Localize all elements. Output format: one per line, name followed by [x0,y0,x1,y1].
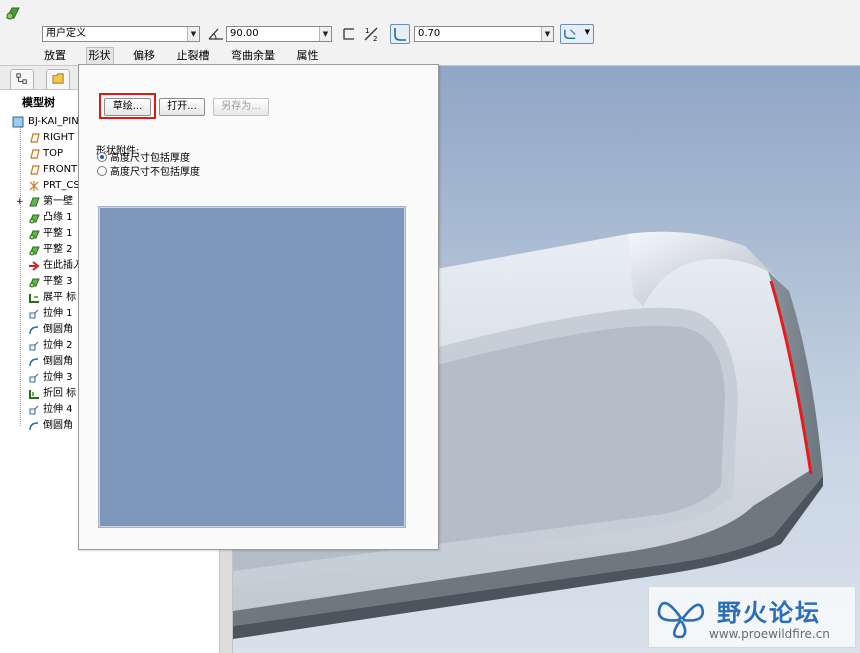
expand-plus-icon[interactable]: + [16,194,24,210]
folder-icon [51,73,64,84]
flat-wall-icon [29,246,40,256]
bend-radius-value: 0.70 [418,28,441,39]
profile-type-select[interactable]: 用户定义 ▼ [42,26,200,42]
part-icon [12,116,24,128]
watermark-title: 野火论坛 [717,599,821,627]
open-button[interactable]: 打开... [159,98,205,116]
svg-text:1: 1 [365,27,369,35]
tab-shape[interactable]: 形状 [85,47,114,64]
insert-here-arrow-icon [29,261,40,271]
bend-radius-input[interactable]: 0.70 ▼ [414,26,554,42]
dashboard-tabs: 放置 形状 偏移 止裂槽 弯曲余量 属性 [42,47,335,64]
model-tree-icon [16,73,27,84]
tree-item-label: 折回 标 [43,388,77,399]
tree-item-label: 在此插入 [43,260,83,271]
shape-panel: 草绘... 打开... 另存为... 形状附件: 高度尺寸包括厚度 高度尺寸不包… [78,64,439,550]
tab-placement[interactable]: 放置 [42,48,68,64]
datum-plane-icon [30,149,40,159]
watermark-url: www.proewildfire.cn [709,627,830,641]
datum-plane-icon [30,165,40,175]
thicken-side-icon[interactable] [340,25,358,43]
tab-relief[interactable]: 止裂槽 [175,48,212,64]
tree-item-label: TOP [43,148,64,159]
chevron-down-icon[interactable]: ▼ [585,28,590,36]
tree-item-label: FRONT [43,164,78,175]
tree-item-label: 倒圆角 [43,356,73,367]
first-wall-icon [29,197,40,207]
bend-angle-value: 90.00 [230,28,259,39]
tree-item-label: RIGHT [43,132,75,143]
option-include-thickness[interactable]: 高度尺寸包括厚度 [97,152,190,166]
tree-item-label: 第一壁 [43,196,73,207]
tree-item-label: 平整 3 [43,276,73,287]
tree-item-label: 拉伸 3 [43,372,73,383]
extrude-icon [29,309,39,319]
flat-wall-icon [29,278,40,288]
extrude-icon [29,341,39,351]
butterfly-logo-icon [657,601,705,639]
round-icon [29,358,39,367]
option-exclude-thickness[interactable]: 高度尺寸不包括厚度 [97,166,200,180]
bend-angle-input[interactable]: 90.00 ▼ [226,26,332,42]
option-label: 高度尺寸包括厚度 [110,153,190,164]
bend-radius-icon[interactable] [390,24,410,44]
extrude-icon [29,405,39,415]
tree-item-label: 拉伸 1 [43,308,73,319]
flat-wall-feature-icon [6,7,20,20]
option-label: 高度尺寸不包括厚度 [110,167,200,178]
datum-plane-icon [30,133,40,143]
tree-item-label: PRT_CS [43,180,80,191]
chevron-down-icon[interactable]: ▼ [187,27,199,41]
flat-wall-icon [29,230,40,240]
inside-radius-icon [564,29,576,39]
tree-item-label: BJ-KAI_PIN [28,116,79,127]
shape-preview-area [98,206,406,528]
coordinate-system-icon [29,181,39,191]
bend-angle-icon [208,28,223,40]
tree-item-label: 拉伸 4 [43,404,73,415]
chevron-down-icon[interactable]: ▼ [541,27,553,41]
save-as-button[interactable]: 另存为... [213,98,269,116]
extrude-icon [29,373,39,383]
tree-item-label: 平整 1 [43,228,73,239]
flip-direction-icon[interactable]: 1 2 [362,25,380,43]
forum-watermark: 野火论坛 www.proewildfire.cn [648,586,856,648]
unbend-icon [29,294,39,303]
round-icon [29,422,39,431]
tab-properties[interactable]: 属性 [295,48,321,64]
tree-item-label: 倒圆角 [43,420,73,431]
tree-item-label: 展平 标 [43,292,77,303]
tree-item-label: 平整 2 [43,244,73,255]
tree-item-label: 拉伸 2 [43,340,73,351]
radio-selected-icon[interactable] [97,152,107,162]
flange-icon [29,214,40,224]
chevron-down-icon[interactable]: ▼ [319,27,331,41]
radius-side-dropdown[interactable]: ▼ [560,24,594,44]
model-tree-title: 模型树 [22,96,55,109]
svg-text:2: 2 [373,35,377,43]
tree-item-label: 凸缘 1 [43,212,73,223]
tree-item-label: 倒圆角 [43,324,73,335]
profile-type-value: 用户定义 [46,28,86,39]
radio-unselected-icon[interactable] [97,166,107,176]
model-tree-tab[interactable] [10,69,34,89]
tab-bend-allowance[interactable]: 弯曲余量 [229,48,277,64]
round-icon [29,326,39,335]
folder-browser-tab[interactable] [46,69,70,89]
sketch-button-highlight-box [99,93,156,119]
bend-back-icon [29,390,39,399]
dashboard-toolbar: 用户定义 ▼ 90.00 ▼ 1 2 0.70 ▼ ▼ 放置 形状 偏移 止裂槽 [0,0,860,66]
tab-offset[interactable]: 偏移 [131,48,157,64]
